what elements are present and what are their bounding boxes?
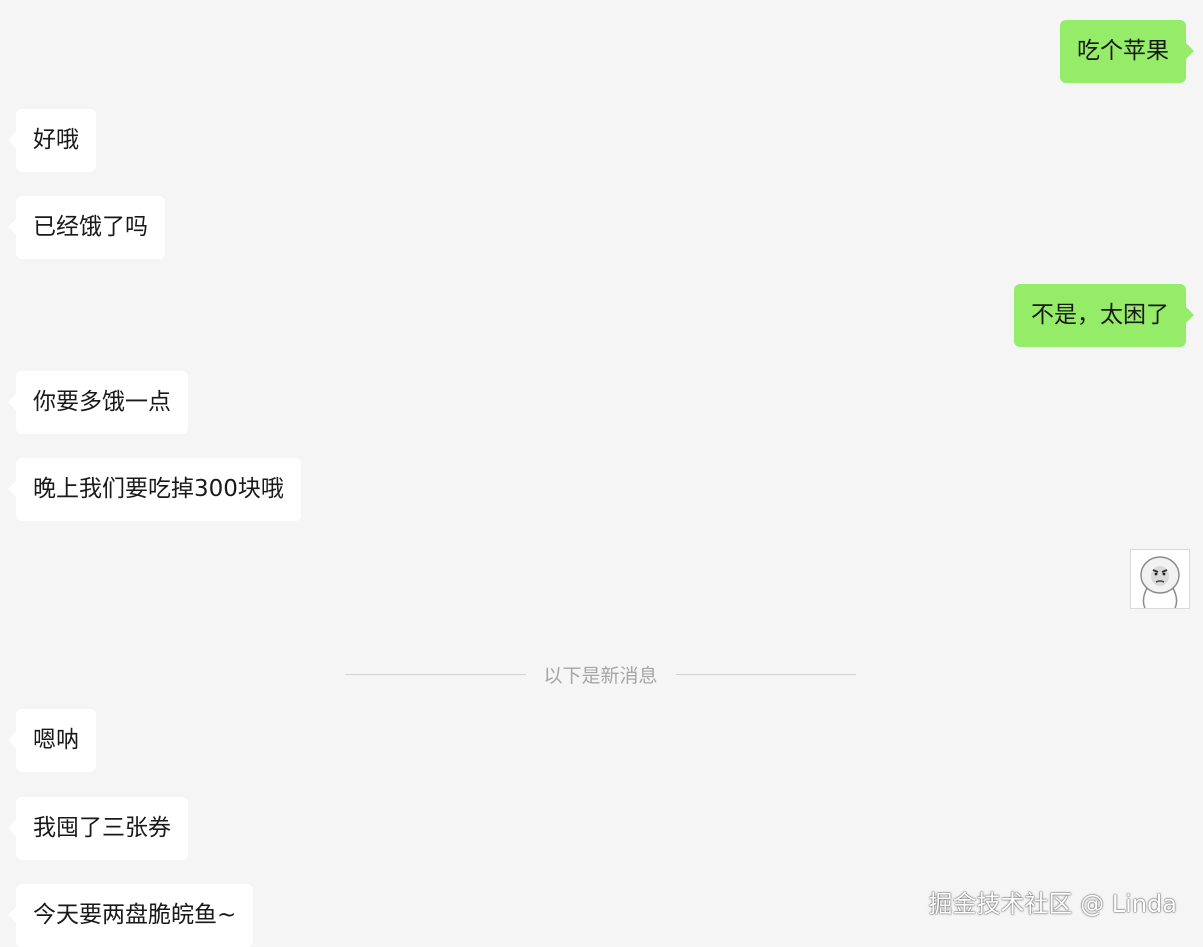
message-text: 好哦: [33, 127, 79, 153]
watermark: 掘金技术社区 @ Linda: [928, 890, 1177, 918]
message-text: 我囤了三张券: [33, 815, 171, 841]
message-text: 已经饿了吗: [33, 214, 148, 240]
divider-label: 以下是新消息: [543, 664, 658, 687]
divider-line-left: [345, 673, 526, 675]
meme-face-sticker-icon[interactable]: [1130, 549, 1190, 609]
incoming-message[interactable]: 晚上我们要吃掉300块哦: [8, 458, 301, 521]
incoming-message[interactable]: 我囤了三张券: [8, 797, 188, 860]
incoming-message[interactable]: 已经饿了吗: [8, 196, 165, 259]
message-text: 不是，太困了: [1031, 302, 1169, 328]
message-text: 晚上我们要吃掉300块哦: [33, 476, 284, 502]
message-text: 今天要两盘脆皖鱼~: [33, 902, 237, 928]
message-text: 你要多饿一点: [33, 389, 171, 415]
incoming-message[interactable]: 嗯呐: [8, 709, 96, 772]
outgoing-message[interactable]: 吃个苹果: [1060, 20, 1194, 83]
incoming-message[interactable]: 你要多饿一点: [8, 371, 188, 434]
new-messages-divider: 以下是新消息: [345, 657, 857, 691]
message-text: 吃个苹果: [1077, 38, 1169, 64]
incoming-message[interactable]: 好哦: [8, 109, 96, 172]
divider-line-right: [675, 673, 857, 675]
outgoing-message[interactable]: 不是，太困了: [1014, 284, 1194, 347]
incoming-message[interactable]: 今天要两盘脆皖鱼~: [7, 884, 254, 947]
message-text: 嗯呐: [33, 727, 79, 753]
meme-face-icon: [1131, 550, 1189, 609]
